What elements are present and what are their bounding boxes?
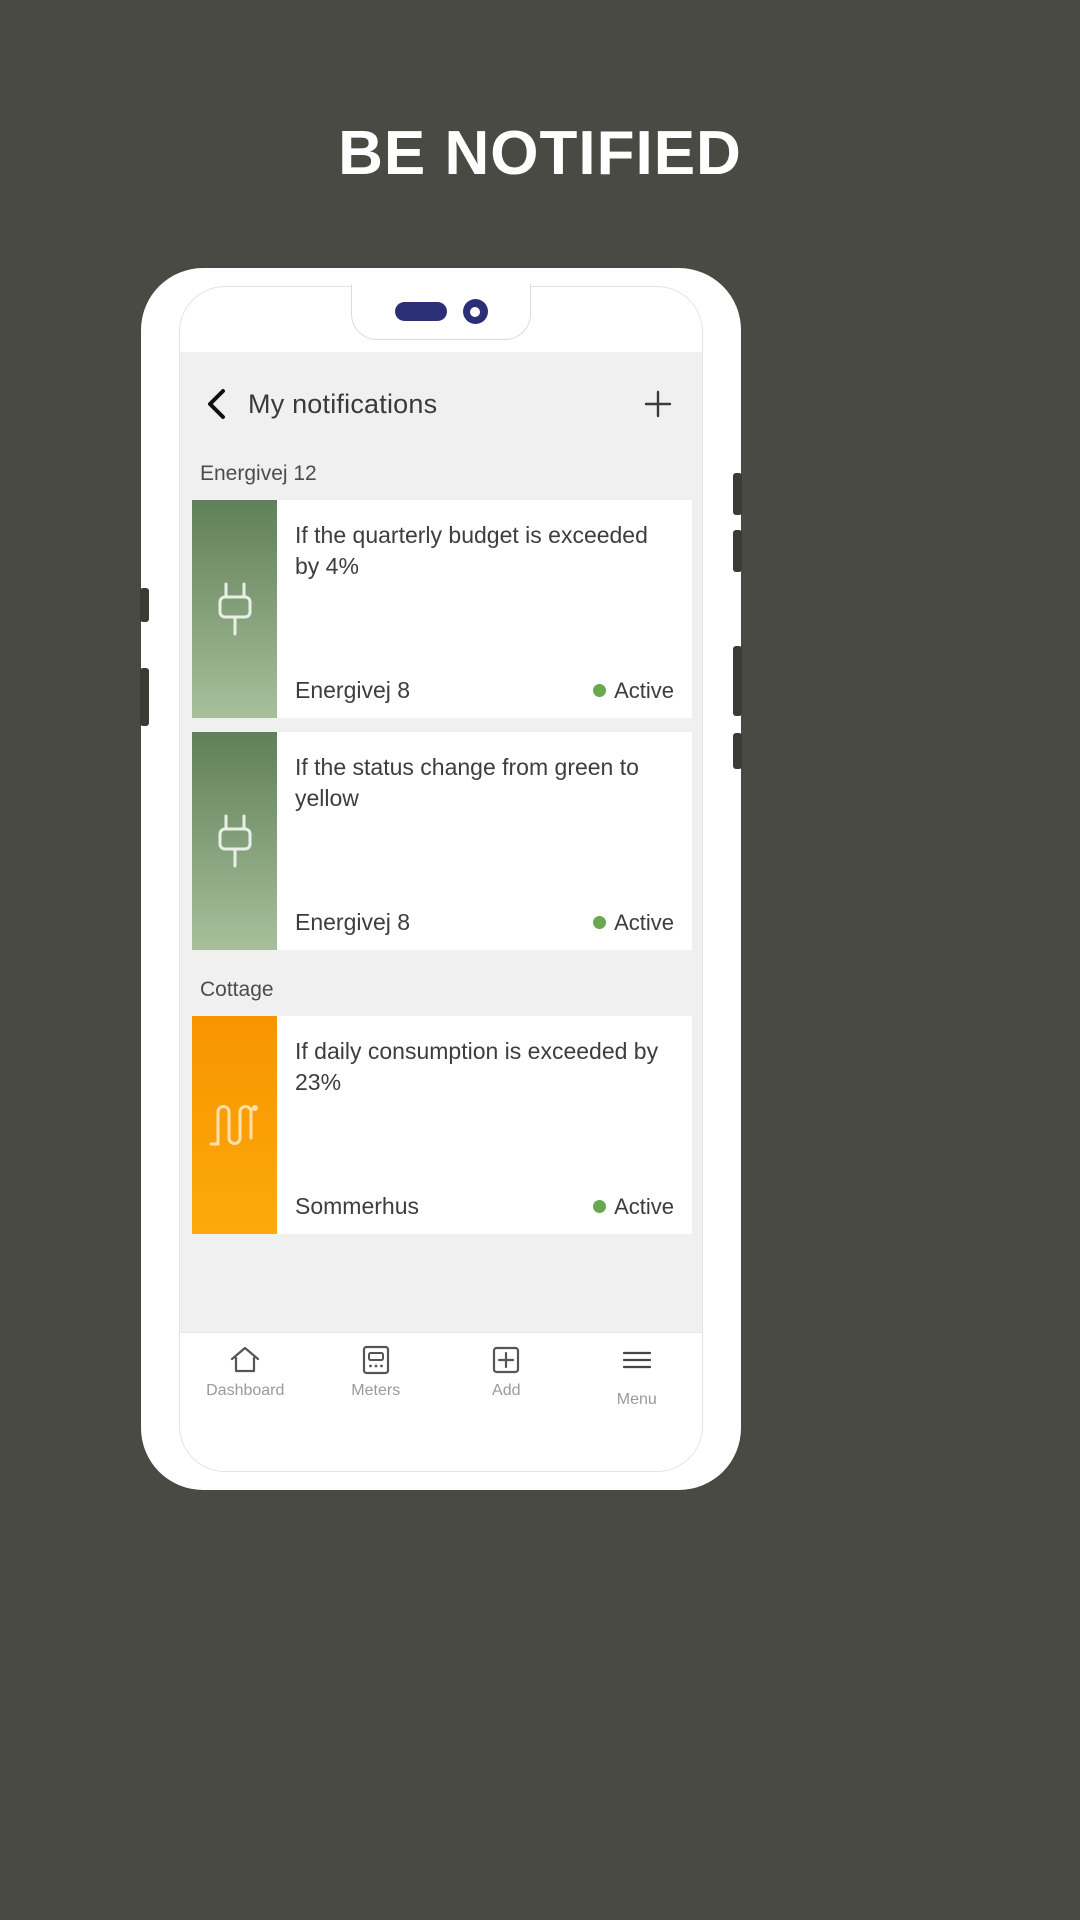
card-meter-name: Energivej 8 [295,909,411,935]
home-icon [229,1343,261,1377]
back-button[interactable] [194,382,238,426]
card-condition-text: If daily consumption is exceeded by 23% [295,1038,659,1095]
card-condition-text: If the quarterly budget is exceeded by 4… [295,522,648,579]
app-header: My notifications [180,352,702,456]
nav-label-meters: Meters [351,1382,401,1399]
nav-item-add[interactable]: Add [441,1343,572,1400]
status-dot-icon [593,684,607,697]
status-badge: Active [593,1194,674,1220]
hamburger-icon [621,1343,653,1377]
card-body: If the quarterly budget is exceeded by 4… [277,500,692,718]
card-thumbnail [192,500,277,718]
notification-card[interactable]: If the quarterly budget is exceeded by 4… [192,500,692,718]
app-screen: My notifications Energivej 12 If the qua… [180,352,702,1424]
screen-title: My notifications [248,388,438,419]
card-condition-text: If the status change from green to yello… [295,754,639,811]
card-footer: Energivej 8 Active [295,677,674,704]
plus-box-icon [491,1343,521,1377]
card-footer: Sommerhus Active [295,1193,674,1220]
power-plug-icon [218,582,251,636]
front-camera-icon [462,299,488,324]
section-label-cottage: Cottage [200,978,274,1001]
phone-side-button-left-2 [140,668,149,726]
phone-side-button-right-4 [733,733,742,769]
status-dot-icon [593,1200,607,1213]
page-title: BE NOTIFIED [338,119,742,188]
notification-card[interactable]: If the status change from green to yello… [192,732,692,950]
card-thumbnail [192,1016,277,1234]
status-label: Active [614,1193,674,1219]
phone-side-button-right-1 [733,473,742,515]
phone-mockup: My notifications Energivej 12 If the qua… [140,268,742,1490]
nav-label-menu: Menu [616,1391,657,1408]
heating-coil-icon [209,1105,258,1146]
status-badge: Active [593,910,674,936]
card-meter-name: Sommerhus [295,1193,419,1219]
bottom-navigation: Dashboard Meters Add Menu [180,1332,702,1424]
status-badge: Active [593,678,674,704]
list-bottom-spacer [180,1234,702,1330]
power-plug-icon [218,814,251,868]
status-label: Active [614,677,674,703]
notification-card[interactable]: If daily consumption is exceeded by 23% … [192,1016,692,1234]
add-notification-button[interactable] [636,382,680,426]
speaker-pill-icon [394,302,447,321]
nav-label-add: Add [492,1382,521,1399]
chevron-left-icon [208,389,225,419]
card-body: If daily consumption is exceeded by 23% … [277,1016,692,1234]
card-meter-name: Energivej 8 [295,677,411,703]
meter-icon [361,1343,391,1377]
nav-label-dashboard: Dashboard [206,1382,285,1399]
card-body: If the status change from green to yello… [277,732,692,950]
nav-item-meters[interactable]: Meters [311,1343,442,1400]
phone-side-button-right-3 [733,646,742,716]
phone-side-button-right-2 [733,530,742,572]
card-thumbnail [192,732,277,950]
status-dot-icon [593,916,607,929]
nav-item-dashboard[interactable]: Dashboard [180,1343,311,1400]
nav-item-menu[interactable]: Menu [572,1343,703,1409]
status-label: Active [614,909,674,935]
card-footer: Energivej 8 Active [295,909,674,936]
phone-notch [351,284,531,340]
plus-icon [644,390,672,418]
section-label-energivej-12: Energivej 12 [200,462,317,485]
phone-side-button-left-1 [140,588,149,622]
notifications-scroll-area[interactable]: My notifications Energivej 12 If the qua… [180,352,702,1332]
